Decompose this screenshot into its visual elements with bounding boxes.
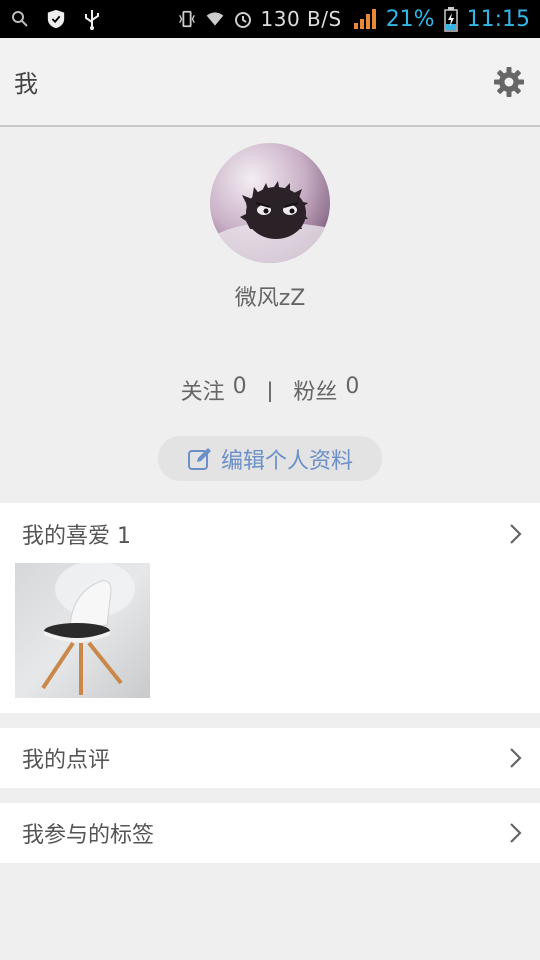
app-header: 我 bbox=[0, 38, 540, 127]
edit-profile-label: 编辑个人资料 bbox=[220, 448, 353, 474]
shield-notification-icon bbox=[46, 9, 66, 29]
avatar[interactable] bbox=[210, 143, 330, 263]
reviews-row[interactable]: 我的点评 bbox=[0, 728, 540, 788]
edit-profile-button[interactable]: 编辑个人资料 bbox=[158, 436, 382, 481]
battery-percent: 21% bbox=[385, 6, 435, 32]
chevron-right-icon bbox=[508, 747, 524, 769]
page-title: 我 bbox=[14, 70, 38, 98]
edit-icon bbox=[187, 447, 211, 470]
following-label: 关注 bbox=[180, 380, 225, 405]
clock-time: 11:15 bbox=[466, 6, 530, 32]
followers-label: 粉丝 bbox=[293, 380, 338, 405]
net-speed: 130 B/S bbox=[260, 7, 342, 31]
followers-count: 0 bbox=[345, 374, 360, 399]
following-count: 0 bbox=[232, 374, 247, 399]
favorite-thumbnail[interactable] bbox=[15, 563, 150, 698]
gear-icon bbox=[494, 66, 524, 97]
status-bar: 130 B/S 21% 11:15 bbox=[0, 0, 540, 38]
favorites-label: 我的喜爱 1 bbox=[22, 524, 131, 549]
reviews-label: 我的点评 bbox=[22, 748, 111, 773]
wifi-icon bbox=[205, 9, 225, 29]
tags-label: 我参与的标签 bbox=[22, 823, 155, 848]
followers-stat[interactable]: 粉丝 0 bbox=[293, 374, 359, 406]
following-stat[interactable]: 关注 0 bbox=[181, 374, 247, 406]
reviews-section[interactable]: 我的点评 bbox=[0, 728, 540, 788]
tags-section[interactable]: 我参与的标签 bbox=[0, 803, 540, 863]
search-icon bbox=[10, 9, 30, 29]
settings-button[interactable] bbox=[492, 65, 526, 99]
stats-separator: | bbox=[266, 378, 274, 402]
usb-icon bbox=[82, 9, 102, 30]
alarm-icon bbox=[233, 9, 253, 29]
favorites-header[interactable]: 我的喜爱 1 bbox=[0, 503, 540, 565]
status-bar-right: 130 B/S 21% 11:15 bbox=[177, 6, 530, 32]
follow-stats: 关注 0 | 粉丝 0 bbox=[0, 374, 540, 406]
username: 微风zZ bbox=[234, 286, 306, 311]
chevron-right-icon bbox=[508, 822, 524, 844]
signal-icon bbox=[350, 9, 378, 29]
vibrate-icon bbox=[177, 9, 197, 29]
tags-row[interactable]: 我参与的标签 bbox=[0, 803, 540, 863]
battery-charging-icon bbox=[443, 7, 459, 32]
status-bar-left bbox=[10, 9, 102, 30]
chevron-right-icon bbox=[508, 523, 524, 545]
favorites-section: 我的喜爱 1 bbox=[0, 503, 540, 713]
